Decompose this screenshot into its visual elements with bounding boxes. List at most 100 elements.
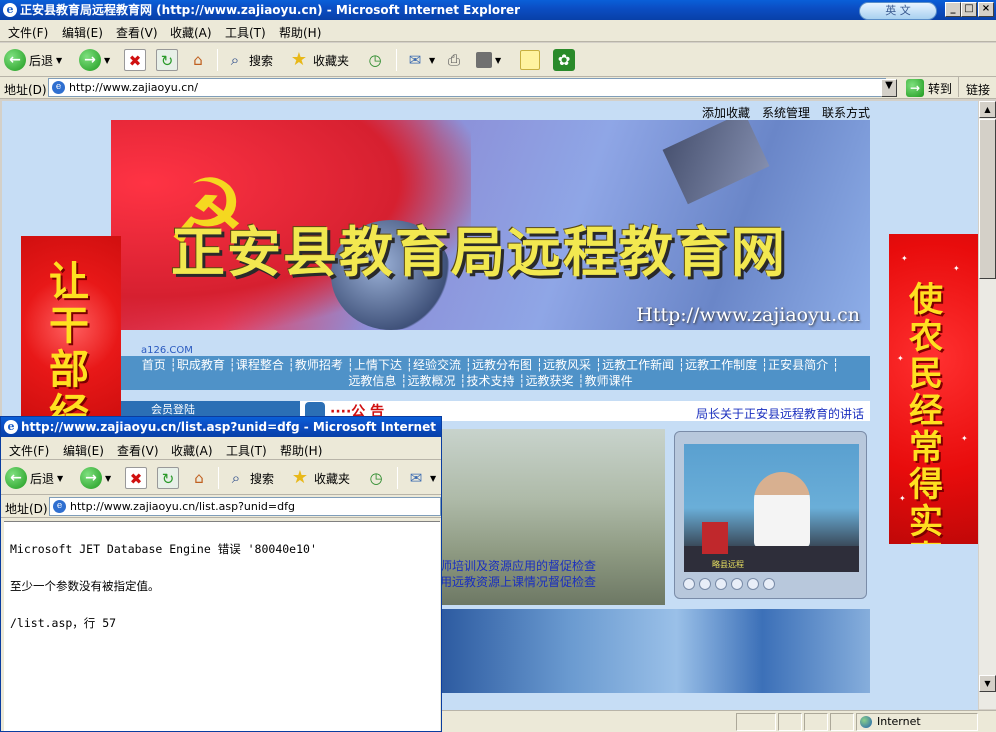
address-value: http://www.zajiaoyu.cn/ xyxy=(69,81,198,94)
menu-help[interactable]: 帮助(H) xyxy=(280,442,322,459)
address-value: http://www.zajiaoyu.cn/list.asp?unid=dfg xyxy=(70,500,295,513)
mail-button[interactable]: ✉ ▼ xyxy=(405,466,436,490)
favorites-label: 收藏夹 xyxy=(314,471,351,486)
chevron-down-icon[interactable]: ▼ xyxy=(430,474,436,483)
menu-view[interactable]: 查看(V) xyxy=(116,24,158,41)
prev-icon[interactable] xyxy=(731,578,743,590)
main-address-bar: 地址(D) e http://www.zajiaoyu.cn/ ▼ → 转到 链… xyxy=(0,77,996,99)
favorites-button[interactable]: ★ 收藏夹 xyxy=(289,466,350,490)
error-popup-window[interactable]: e http://www.zajiaoyu.cn/list.asp?unid=d… xyxy=(0,416,442,732)
main-window-title: 正安县教育局远程教育网 (http://www.zajiaoyu.cn) - M… xyxy=(20,3,521,17)
forward-button[interactable]: → ▼ xyxy=(80,466,111,490)
menu-view[interactable]: 查看(V) xyxy=(117,442,159,459)
menu-tools[interactable]: 工具(T) xyxy=(226,442,267,459)
print-button[interactable]: ⎙ xyxy=(443,48,465,72)
chevron-down-icon[interactable]: ▼ xyxy=(495,56,501,65)
page-icon: e xyxy=(53,500,66,513)
scroll-down-button[interactable]: ▼ xyxy=(979,675,996,692)
stop-button[interactable]: ✖ xyxy=(124,48,146,72)
next-icon[interactable] xyxy=(747,578,759,590)
menu-edit[interactable]: 编辑(E) xyxy=(63,442,104,459)
forward-button[interactable]: → ▼ xyxy=(79,48,110,72)
history-button[interactable]: ◷ xyxy=(364,48,386,72)
home-button[interactable]: ⌂ xyxy=(187,48,209,72)
left-ad-text: 让干部经常 xyxy=(49,258,89,437)
scroll-up-button[interactable]: ▲ xyxy=(979,101,996,118)
chevron-down-icon[interactable]: ▼ xyxy=(105,474,111,483)
minimize-button[interactable]: _ xyxy=(945,2,961,17)
menu-file[interactable]: 文件(F) xyxy=(9,442,49,459)
menu-favorites[interactable]: 收藏(A) xyxy=(171,442,213,459)
photo-caption-link[interactable]: 师培训及资源应用的督促检查 xyxy=(440,557,596,574)
left-float-ad[interactable]: 让干部经常 xyxy=(21,236,121,436)
discuss-button[interactable] xyxy=(520,48,540,72)
refresh-button[interactable]: ↻ xyxy=(156,48,178,72)
notice-marquee-link[interactable]: 局长关于正安县远程教育的讲话 xyxy=(696,405,864,422)
stop-icon: ✖ xyxy=(124,49,146,71)
chevron-down-icon[interactable]: ▼ xyxy=(429,56,435,65)
pause-icon[interactable] xyxy=(699,578,711,590)
top-links: 添加收藏 系统管理 联系方式 xyxy=(702,104,870,121)
language-toggle-button[interactable]: 英 文 xyxy=(859,2,937,20)
address-dropdown-button[interactable]: ▼ xyxy=(881,79,897,97)
toolbar-separator xyxy=(397,467,398,489)
edit-button[interactable]: ▼ xyxy=(476,48,501,72)
player-caption: 略县远程 xyxy=(712,560,744,569)
messenger-button[interactable]: ✿ xyxy=(553,48,575,72)
home-button[interactable]: ⌂ xyxy=(188,466,210,490)
stop-button[interactable]: ✖ xyxy=(125,466,147,490)
history-button[interactable]: ◷ xyxy=(365,466,387,490)
sparkle-icon: ✦ xyxy=(897,354,904,363)
search-button[interactable]: ⌕ 搜索 xyxy=(225,466,274,490)
menu-edit[interactable]: 编辑(E) xyxy=(62,24,103,41)
mail-button[interactable]: ✉ ▼ xyxy=(404,48,435,72)
links-button[interactable]: 链接 xyxy=(966,81,990,98)
status-cell xyxy=(736,713,776,731)
go-button[interactable]: → 转到 xyxy=(906,79,952,97)
nav-row-2[interactable]: 远教信息 ┆远教概况 ┆技术支持 ┆远教获奖 ┆教师课件 xyxy=(111,373,870,389)
home-icon: ⌂ xyxy=(194,469,204,487)
search-button[interactable]: ⌕ 搜索 xyxy=(224,48,273,72)
add-favorite-link[interactable]: 添加收藏 xyxy=(702,104,750,121)
search-label: 搜索 xyxy=(249,53,274,68)
video-screen[interactable]: 略县远程 xyxy=(684,444,859,572)
photo-caption-link[interactable]: 用远教资源上课情况督促检查 xyxy=(440,573,596,590)
back-button[interactable]: ← 后退 ▼ xyxy=(5,466,63,490)
inspection-photo[interactable]: 师培训及资源应用的督促检查 用远教资源上课情况督促检查 xyxy=(440,429,665,605)
menu-favorites[interactable]: 收藏(A) xyxy=(170,24,212,41)
banner-url: Http://www.zajiaoyu.cn xyxy=(636,304,860,326)
video-player[interactable]: 略县远程 xyxy=(674,431,867,599)
toolbar-separator xyxy=(958,77,959,97)
stop-icon[interactable] xyxy=(715,578,727,590)
chevron-down-icon[interactable]: ▼ xyxy=(104,56,110,65)
menu-tools[interactable]: 工具(T) xyxy=(225,24,266,41)
main-titlebar[interactable]: e 正安县教育局远程教育网 (http://www.zajiaoyu.cn) -… xyxy=(0,0,996,20)
address-input[interactable]: e http://www.zajiaoyu.cn/ xyxy=(48,78,886,97)
computer-class-photo[interactable] xyxy=(440,609,870,693)
contact-link[interactable]: 联系方式 xyxy=(822,104,870,121)
back-button[interactable]: ← 后退 ▼ xyxy=(4,48,62,72)
right-float-ad[interactable]: ✦ ✦ ✦ ✦ ✦ 使农民经常得实惠 xyxy=(889,234,978,544)
chevron-down-icon[interactable]: ▼ xyxy=(57,474,63,483)
play-icon[interactable] xyxy=(683,578,695,590)
sparkle-icon: ✦ xyxy=(961,434,968,443)
vertical-scrollbar[interactable]: ▲ ▼ xyxy=(979,101,996,709)
volume-icon[interactable] xyxy=(763,578,775,590)
nav-row-1[interactable]: 首页 ┆职成教育 ┆课程整合 ┆教师招考 ┆上情下达 ┆经验交流 ┆远教分布图 … xyxy=(111,357,870,373)
refresh-button[interactable]: ↻ xyxy=(157,466,179,490)
address-input[interactable]: e http://www.zajiaoyu.cn/list.asp?unid=d… xyxy=(49,497,441,516)
menu-help[interactable]: 帮助(H) xyxy=(279,24,321,41)
chevron-down-icon[interactable]: ▼ xyxy=(56,56,62,65)
favorites-button[interactable]: ★ 收藏夹 xyxy=(288,48,349,72)
stop-icon: ✖ xyxy=(125,467,147,489)
menu-file[interactable]: 文件(F) xyxy=(8,24,48,41)
close-button[interactable]: × xyxy=(978,2,994,17)
member-login-label[interactable]: 会员登陆 xyxy=(151,403,195,416)
system-admin-link[interactable]: 系统管理 xyxy=(762,104,810,121)
popup-titlebar[interactable]: e http://www.zajiaoyu.cn/list.asp?unid=d… xyxy=(1,417,441,437)
zone-label: Internet xyxy=(877,715,921,728)
toolbar-separator xyxy=(396,49,397,71)
scroll-thumb[interactable] xyxy=(979,119,996,279)
maximize-button[interactable]: □ xyxy=(961,2,977,17)
ie-icon: e xyxy=(4,420,18,434)
